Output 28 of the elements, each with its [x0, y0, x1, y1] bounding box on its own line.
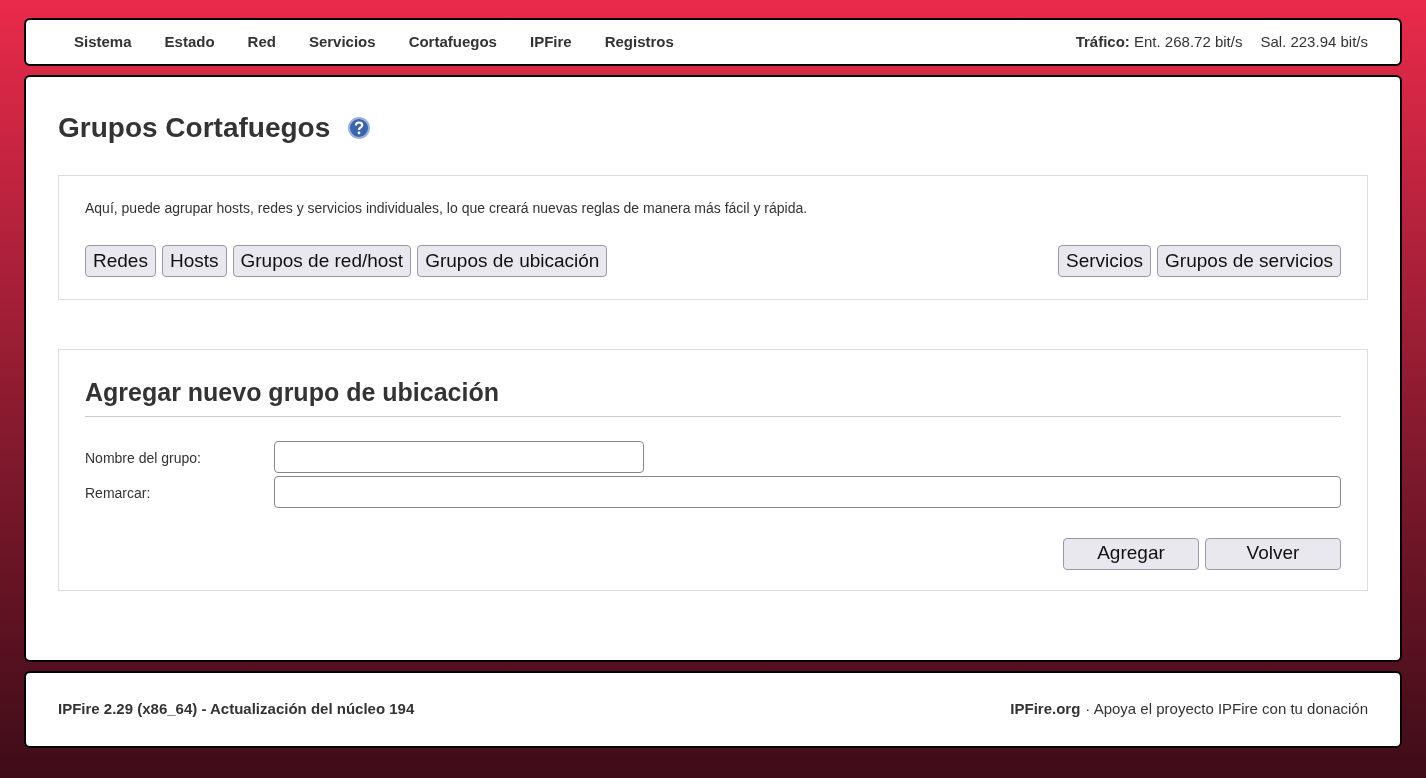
tab-button[interactable]: Grupos de servicios	[1157, 245, 1341, 277]
version-text: IPFire 2.29 (x86_64) - Actualización del núcleo 194	[58, 699, 415, 720]
tab-button[interactable]: Servicios	[1058, 245, 1152, 277]
traffic-incoming: Tráfico: Ent. 268.72 bit/s	[1075, 31, 1243, 52]
nav-link[interactable]: Sistema	[74, 30, 132, 54]
tab-button[interactable]: Volver	[1205, 537, 1341, 570]
page-title: Grupos Cortafuegos	[58, 111, 331, 145]
nav-link[interactable]: Registros	[604, 30, 674, 54]
nav-link[interactable]: Red	[247, 30, 276, 54]
tab-button[interactable]: Hosts	[161, 245, 227, 277]
website-link[interactable]: IPFire.org	[1010, 698, 1081, 721]
field-label: Remarcar:	[85, 484, 152, 503]
field-label: Nombre del grupo:	[85, 449, 202, 468]
form-title: Agregar nuevo grupo de ubicación	[85, 374, 1341, 417]
text-input[interactable]	[274, 440, 644, 473]
intro-text: Aquí, puede agrupar hosts, redes y servicios individuales, lo que creará nuevas reglas de manera más fácil y rápida.	[85, 199, 809, 218]
nav-link[interactable]: IPFire	[529, 30, 572, 54]
tab-button[interactable]: Grupos de red/host	[232, 245, 412, 277]
text-input[interactable]	[274, 475, 1341, 508]
tab-button[interactable]: Grupos de ubicación	[417, 245, 608, 277]
tab-button[interactable]: Redes	[85, 245, 156, 277]
nav-link[interactable]: Cortafuegos	[408, 30, 497, 54]
nav-link[interactable]: Estado	[164, 30, 215, 54]
traffic-outgoing: Sal. 223.94 bit/s	[1260, 31, 1368, 52]
donation-text: · Apoya el proyecto IPFire con tu donación	[1085, 699, 1368, 720]
help-icon[interactable]	[348, 117, 371, 139]
tab-button[interactable]: Agregar	[1063, 537, 1199, 570]
nav-link[interactable]: Servicios	[308, 30, 376, 54]
